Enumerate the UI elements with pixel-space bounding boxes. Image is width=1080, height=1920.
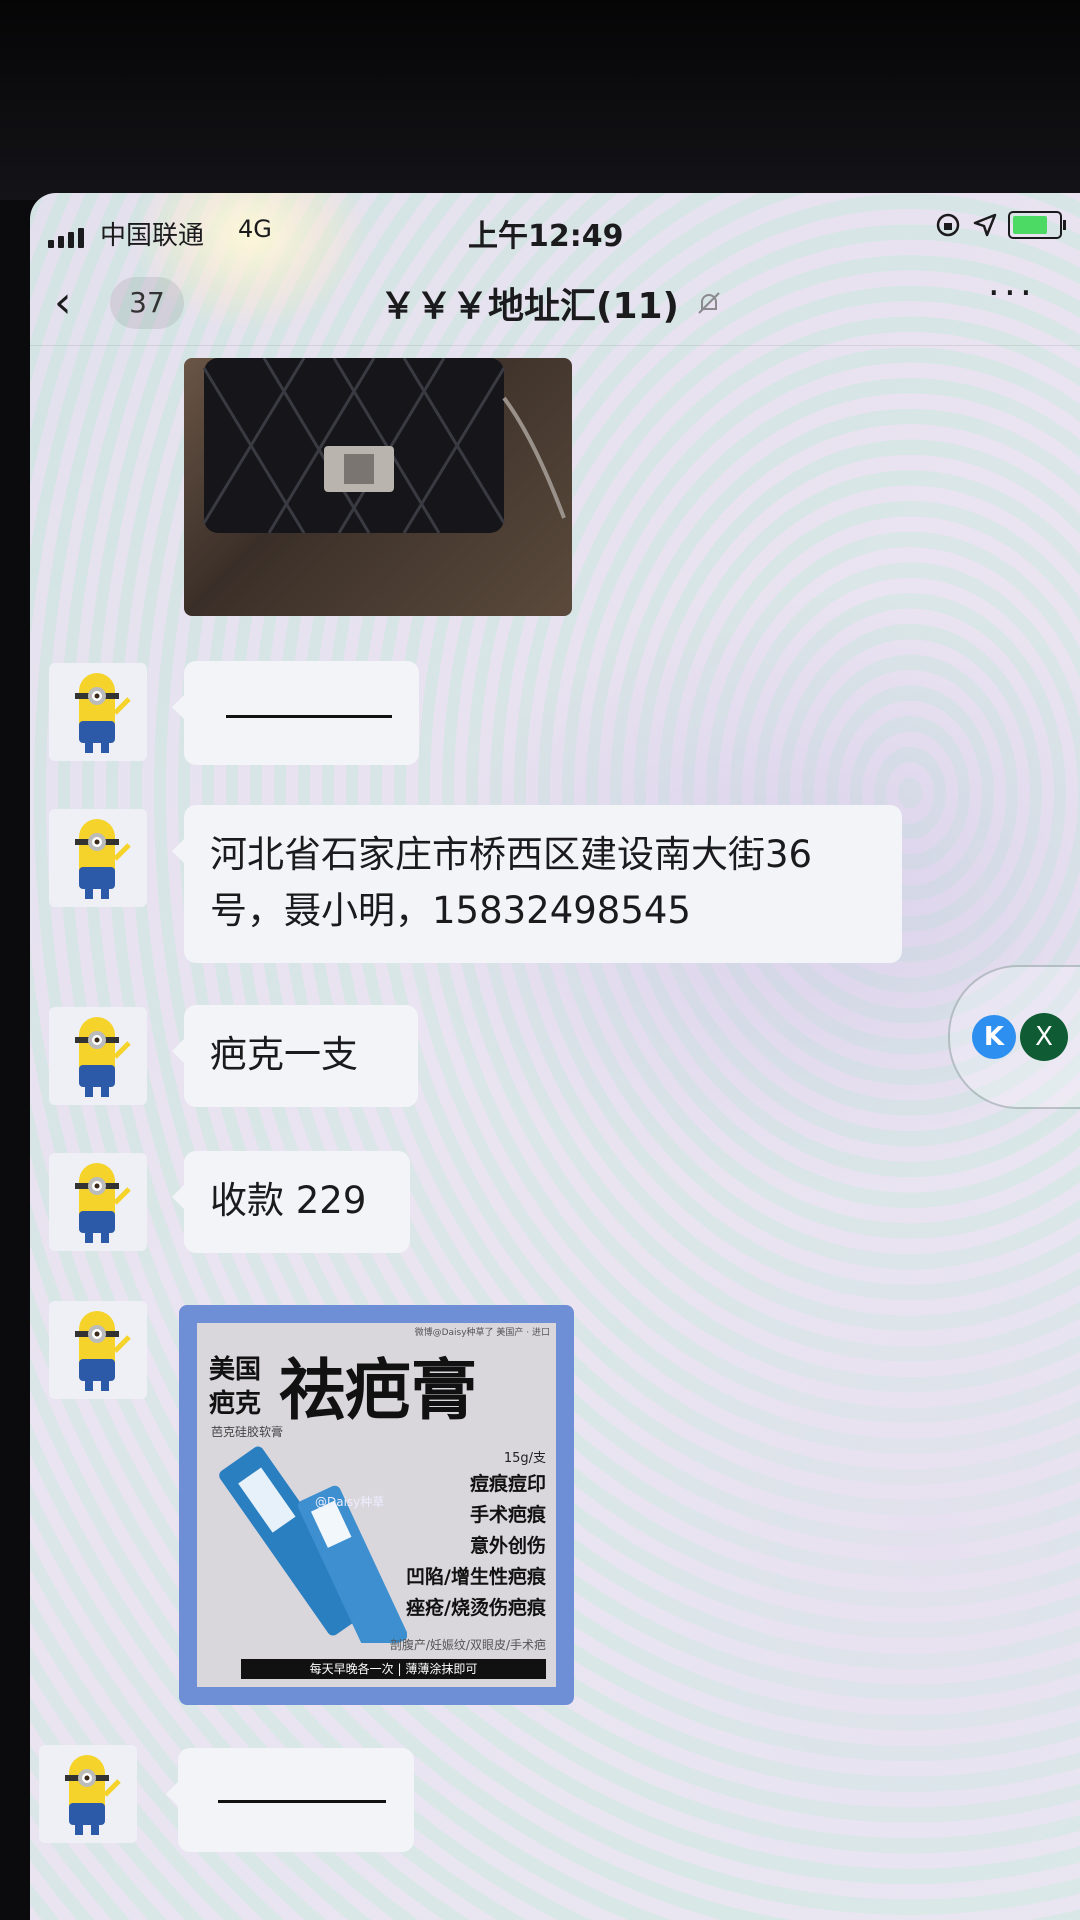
image-message-product[interactable]: 微博@Daisy种草了 美国产 · 进口 美国 疤克 祛疤膏 芭克硅胶软膏 @D…: [179, 1305, 574, 1705]
dash-line: [218, 1800, 386, 1803]
poster-watermark: @Daisy种草: [315, 1495, 385, 1509]
group-name: ￥￥￥地址汇(11): [380, 286, 680, 327]
chevron-left-icon[interactable]: ‹: [54, 277, 72, 328]
battery-icon: [1008, 211, 1066, 239]
benefit-item: 手术疤痕: [469, 1504, 546, 1526]
tube-icon: [219, 1446, 407, 1643]
poster-brand-line1: 美国: [209, 1355, 262, 1385]
status-bar: 中国联通 4G 上午12:49: [30, 193, 1080, 257]
close-x-icon[interactable]: X: [1020, 1013, 1068, 1061]
minion-avatar-icon: [75, 819, 131, 899]
clock: 上午12:49: [468, 219, 624, 254]
poster-size: 15g/支: [503, 1451, 546, 1466]
signal-icon: [48, 228, 84, 248]
avatar[interactable]: [49, 663, 147, 761]
benefit-item: 意外创伤: [469, 1535, 546, 1557]
benefit-item: 痘痕痘印: [469, 1473, 546, 1495]
chat-header: ‹ 37 ￥￥￥地址汇(11) ···: [30, 257, 1080, 346]
message-text: 疤克一支: [210, 1033, 358, 1076]
product-poster: 微博@Daisy种草了 美国产 · 进口 美国 疤克 祛疤膏 芭克硅胶软膏 @D…: [197, 1323, 556, 1687]
minion-avatar-icon: [75, 1311, 131, 1391]
poster-small-note: 剖腹产/妊娠纹/双眼皮/手术疤: [389, 1638, 546, 1652]
message-bubble[interactable]: [172, 661, 419, 765]
rotation-lock-icon: [936, 213, 960, 237]
message-text-address[interactable]: 河北省石家庄市桥西区建设南大街36号，聂小明，15832498545: [210, 833, 812, 932]
minion-avatar-icon: [75, 673, 131, 753]
poster-bottom-banner: 每天早晚各一次 | 薄薄涂抹即可: [241, 1659, 546, 1679]
benefit-item: 凹陷/增生性疤痕: [406, 1566, 546, 1588]
chat-title: ￥￥￥地址汇(11): [380, 277, 723, 329]
avatar[interactable]: [49, 1153, 147, 1251]
chat-screen: 中国联通 4G 上午12:49 ‹ 37 ￥￥￥地址汇(11) ··· 河北省石…: [30, 193, 1080, 1920]
avatar[interactable]: [49, 809, 147, 907]
status-icons: [934, 211, 1066, 239]
message-bubble[interactable]: [166, 1748, 414, 1852]
bag-photo: [202, 358, 566, 534]
message-bubble[interactable]: 收款 229: [172, 1151, 410, 1253]
image-message-bag[interactable]: [184, 358, 572, 616]
carrier-name: 中国联通: [100, 221, 205, 251]
more-options-button[interactable]: ···: [988, 271, 1036, 315]
benefit-list: 痘痕痘印 手术疤痕 意外创伤 凹陷/增生性疤痕 痤疮/烧烫伤疤痕: [406, 1469, 546, 1624]
message-text: 收款 229: [210, 1179, 367, 1222]
bell-slash-icon: [695, 289, 723, 317]
poster-brand-line2: 疤克: [209, 1389, 262, 1419]
poster-headline: 祛疤膏: [279, 1351, 477, 1429]
minion-avatar-icon: [65, 1755, 121, 1835]
location-arrow-icon: [973, 213, 997, 237]
k-app-icon[interactable]: K: [972, 1015, 1016, 1059]
network-type: 4G: [238, 215, 272, 243]
avatar[interactable]: [39, 1745, 137, 1843]
dash-line: [226, 715, 392, 718]
minion-avatar-icon: [75, 1163, 131, 1243]
unread-count-badge[interactable]: 37: [110, 277, 184, 329]
floating-app-widget[interactable]: K X: [948, 965, 1080, 1109]
message-bubble[interactable]: 河北省石家庄市桥西区建设南大街36号，聂小明，15832498545: [172, 805, 902, 963]
avatar[interactable]: [49, 1007, 147, 1105]
avatar[interactable]: [49, 1301, 147, 1399]
minion-avatar-icon: [75, 1017, 131, 1097]
phone-bezel: [0, 0, 1080, 200]
benefit-item: 痤疮/烧烫伤疤痕: [406, 1597, 546, 1619]
message-bubble[interactable]: 疤克一支: [172, 1005, 418, 1107]
